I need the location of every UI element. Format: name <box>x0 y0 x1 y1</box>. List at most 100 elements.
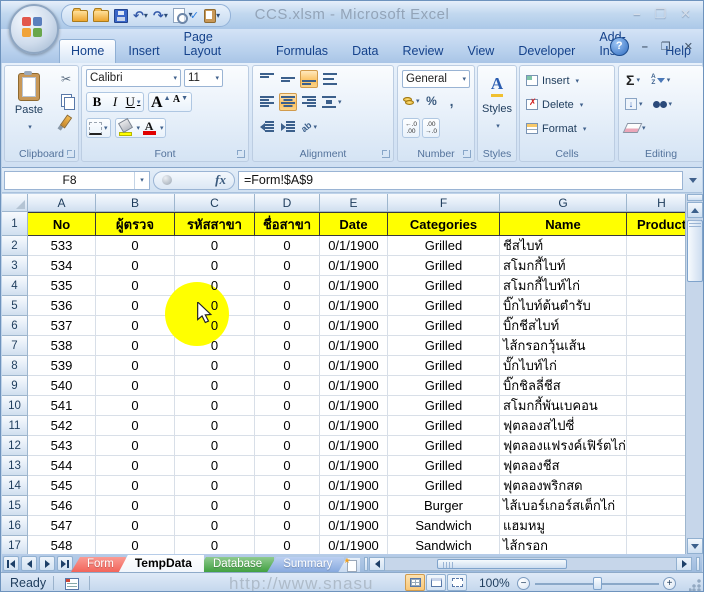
header-cell[interactable]: รหัสสาขา <box>175 212 255 236</box>
wrap-text-button[interactable] <box>321 70 339 88</box>
row-header-17[interactable]: 17 <box>2 536 28 554</box>
percent-style-button[interactable]: % <box>423 92 441 110</box>
clipboard-dialog-launcher[interactable] <box>67 150 75 158</box>
cell[interactable]: Grilled <box>388 256 500 276</box>
minimize-button[interactable]: – <box>633 6 640 22</box>
cell[interactable]: 0/1/1900 <box>320 456 388 476</box>
tab-view[interactable]: View <box>455 39 506 63</box>
column-header-C[interactable]: C <box>175 194 255 212</box>
cell[interactable]: 0 <box>175 256 255 276</box>
first-sheet-button[interactable] <box>3 556 19 571</box>
cell[interactable]: 0 <box>96 356 175 376</box>
cell[interactable]: 0/1/1900 <box>320 476 388 496</box>
cell[interactable]: ชีสไบท์ <box>500 236 627 256</box>
window-splitter-handle[interactable] <box>696 557 700 571</box>
cell[interactable]: 0 <box>255 436 320 456</box>
borders-button[interactable]: ▾ <box>88 119 109 137</box>
cell[interactable]: 0 <box>96 516 175 536</box>
page-layout-view-button[interactable] <box>426 574 446 591</box>
align-right-button[interactable] <box>300 93 318 111</box>
maximize-button[interactable]: ❐ <box>654 6 666 22</box>
cell[interactable]: สโมกกี้พันเบคอน <box>500 396 627 416</box>
cell[interactable]: Grilled <box>388 476 500 496</box>
cell[interactable]: 536 <box>28 296 96 316</box>
cell[interactable]: 0 <box>255 336 320 356</box>
header-cell[interactable]: Product <box>627 212 685 236</box>
row-header-6[interactable]: 6 <box>2 316 28 336</box>
cell[interactable]: สโมกกี้ไบท์ <box>500 256 627 276</box>
font-dialog-launcher[interactable] <box>237 150 245 158</box>
cell[interactable]: 0 <box>96 436 175 456</box>
row-header-10[interactable]: 10 <box>2 396 28 416</box>
cell[interactable] <box>627 236 685 256</box>
vertical-scrollbar[interactable] <box>685 194 704 554</box>
cell[interactable] <box>627 496 685 516</box>
vertical-scrollbar-thumb[interactable] <box>687 220 703 282</box>
cell[interactable]: 0/1/1900 <box>320 516 388 536</box>
align-left-button[interactable] <box>258 93 276 111</box>
workbook-close-button[interactable]: ✕ <box>684 40 693 53</box>
underline-button[interactable]: U▾ <box>124 93 142 111</box>
cell[interactable]: 0/1/1900 <box>320 496 388 516</box>
record-macro-button[interactable] <box>61 575 83 592</box>
cell[interactable]: 0 <box>255 496 320 516</box>
cell[interactable]: 0/1/1900 <box>320 296 388 316</box>
resize-grip[interactable] <box>689 579 701 591</box>
insert-function-button[interactable]: fx <box>153 171 235 190</box>
cell[interactable]: Grilled <box>388 356 500 376</box>
cell[interactable]: 548 <box>28 536 96 554</box>
autosum-button[interactable]: Σ▾ <box>624 71 642 89</box>
tab-data[interactable]: Data <box>340 39 390 63</box>
tab-home[interactable]: Home <box>59 39 116 63</box>
cell[interactable]: 0 <box>96 336 175 356</box>
cell[interactable]: Grilled <box>388 436 500 456</box>
cell[interactable]: 547 <box>28 516 96 536</box>
cell[interactable]: 0 <box>255 236 320 256</box>
cell[interactable]: Sandwich <box>388 536 500 554</box>
cell[interactable]: 0 <box>175 236 255 256</box>
row-header-12[interactable]: 12 <box>2 436 28 456</box>
row-header-5[interactable]: 5 <box>2 296 28 316</box>
select-all-corner[interactable] <box>2 194 28 212</box>
font-color-button[interactable]: A <box>140 119 158 137</box>
cut-button[interactable]: ✂ <box>57 70 75 88</box>
cell[interactable]: 0/1/1900 <box>320 316 388 336</box>
split-handle[interactable] <box>687 194 703 201</box>
cell[interactable]: 0/1/1900 <box>320 396 388 416</box>
middle-align-button[interactable] <box>279 70 297 88</box>
cell[interactable]: 0 <box>96 456 175 476</box>
cell[interactable]: ฟุตลองสไปซี่ <box>500 416 627 436</box>
row-header-9[interactable]: 9 <box>2 376 28 396</box>
cell[interactable]: 0/1/1900 <box>320 276 388 296</box>
cell[interactable]: Grilled <box>388 236 500 256</box>
horizontal-scrollbar-thumb[interactable] <box>437 559 567 569</box>
cell[interactable]: ฟุตลองพริกสด <box>500 476 627 496</box>
cell[interactable]: Grilled <box>388 316 500 336</box>
row-header-14[interactable]: 14 <box>2 476 28 496</box>
name-box-dropdown[interactable]: ▾ <box>134 172 149 189</box>
center-button[interactable] <box>279 93 297 111</box>
cell[interactable]: 0 <box>96 496 175 516</box>
cell[interactable]: 0 <box>175 376 255 396</box>
row-header-15[interactable]: 15 <box>2 496 28 516</box>
fill-button[interactable]: ↓▾ <box>624 95 644 113</box>
cell[interactable]: 542 <box>28 416 96 436</box>
cell[interactable]: 0 <box>175 396 255 416</box>
fill-color-button[interactable] <box>117 119 135 137</box>
cell[interactable]: Grilled <box>388 456 500 476</box>
scroll-up-button[interactable] <box>687 202 703 218</box>
delete-cells-button[interactable]: Delete▾ <box>526 95 583 114</box>
font-family-select[interactable]: Calibri▾ <box>86 69 181 87</box>
header-cell[interactable]: ผู้ตรวจ <box>96 212 175 236</box>
row-header-2[interactable]: 2 <box>2 236 28 256</box>
cell[interactable]: ไส้กรอกวุ้นเส้น <box>500 336 627 356</box>
cell[interactable]: Grilled <box>388 296 500 316</box>
cell[interactable]: ไส้กรอก <box>500 536 627 554</box>
last-sheet-button[interactable] <box>57 556 73 571</box>
cell[interactable]: สโมกกี้ไบท์ไก่ <box>500 276 627 296</box>
cell[interactable]: Burger <box>388 496 500 516</box>
cell[interactable]: 0 <box>255 316 320 336</box>
cell[interactable]: 0 <box>255 536 320 554</box>
cell[interactable]: 0/1/1900 <box>320 236 388 256</box>
row-header-11[interactable]: 11 <box>2 416 28 436</box>
